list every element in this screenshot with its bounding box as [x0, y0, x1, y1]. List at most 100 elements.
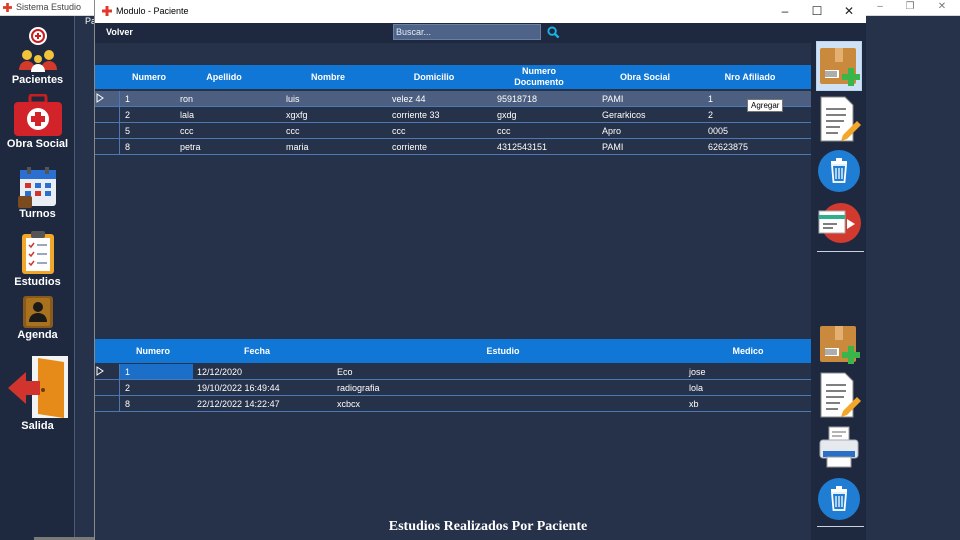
sidebar: Pacientes Obra Social Turnos Estudios Ag… [0, 16, 75, 540]
column-header[interactable]: Estudio [335, 346, 671, 356]
row-selector[interactable] [95, 364, 120, 380]
cell: xgxfg [286, 110, 308, 120]
printer-icon [819, 426, 859, 468]
cell: xb [689, 399, 699, 409]
sidebar-item-label: Obra Social [6, 138, 69, 150]
column-header[interactable]: Nro Afiliado [705, 72, 795, 82]
sidebar-item-agenda[interactable]: Agenda [0, 295, 75, 341]
document-pencil-icon [820, 96, 861, 142]
edit-study-button[interactable] [817, 371, 861, 419]
row-pointer-icon [96, 93, 104, 103]
cell: jose [689, 367, 706, 377]
main-window-title: Sistema Estudio [16, 2, 82, 12]
close-icon[interactable]: ✕ [934, 1, 950, 12]
studies-grid: Numero Fecha Estudio Medico 1 12/12/2020… [95, 339, 811, 413]
export-patient-button[interactable] [817, 199, 861, 247]
box-plus-icon [820, 326, 860, 364]
cell: 19/10/2022 16:49:44 [197, 383, 280, 393]
cell: radiografia [337, 383, 380, 393]
row-selector[interactable] [95, 396, 120, 412]
column-header[interactable]: Domicilio [389, 72, 479, 82]
cell: petra [180, 142, 201, 152]
patients-grid: Numero Apellido Nombre Domicilio Numero … [95, 65, 811, 155]
sidebar-item-label: Pacientes [11, 74, 64, 86]
exit-door-icon [7, 356, 68, 418]
edit-patient-button[interactable] [817, 95, 861, 143]
cell: PAMI [602, 142, 624, 152]
table-row[interactable]: 8 petra maria corriente 4312543151 PAMI … [95, 139, 811, 155]
dialog-titlebar: Modulo - Paciente – ☐ ✕ [95, 0, 866, 23]
dialog-content: Numero Apellido Nombre Domicilio Numero … [95, 43, 811, 540]
table-row[interactable]: 8 22/12/2022 14:22:47 xcbcx xb [95, 396, 811, 412]
row-selector[interactable] [95, 139, 120, 155]
agenda-icon [22, 296, 53, 328]
selected-cell-highlight [120, 364, 193, 379]
search-icon[interactable] [547, 26, 560, 39]
minimize-icon[interactable]: – [769, 0, 801, 23]
cell: ccc [497, 126, 511, 136]
column-header[interactable]: Apellido [179, 72, 269, 82]
table-row[interactable]: 5 ccc ccc ccc ccc Apro 0005 [95, 123, 811, 139]
row-selector[interactable] [95, 380, 120, 396]
minimize-icon[interactable]: – [872, 1, 888, 12]
sidebar-item-label: Estudios [14, 276, 61, 288]
cell: maria [286, 142, 309, 152]
patient-module-dialog: Modulo - Paciente – ☐ ✕ Volver Numero Ap… [94, 0, 866, 540]
toolbar-separator [817, 251, 864, 252]
column-header[interactable]: Nombre [283, 72, 373, 82]
cell: Apro [602, 126, 622, 136]
row-selector[interactable] [95, 123, 120, 139]
cell: luis [286, 94, 300, 104]
add-tooltip: Agregar [747, 99, 784, 112]
medical-cross-icon [3, 3, 12, 12]
main-top-label: Pa [85, 16, 97, 26]
cell: 1 [708, 94, 714, 104]
print-study-button[interactable] [817, 423, 861, 471]
column-header[interactable]: Fecha [195, 346, 319, 356]
patients-icon [18, 27, 57, 72]
column-header[interactable]: Obra Social [600, 72, 690, 82]
cell: velez 44 [392, 94, 426, 104]
cell: 1 [125, 94, 131, 104]
row-pointer-icon [96, 366, 104, 376]
sidebar-item-turnos[interactable]: Turnos [0, 166, 75, 220]
cell: 62623875 [708, 142, 749, 152]
cell: gxdg [497, 110, 517, 120]
sidebar-item-label: Salida [21, 420, 54, 432]
cell: 8 [125, 399, 131, 409]
table-row[interactable]: 1 ron luis velez 44 95918718 PAMI 1 [95, 91, 811, 107]
delete-patient-button[interactable] [817, 147, 861, 195]
cell: 4312543151 [497, 142, 548, 152]
cell: ccc [180, 126, 194, 136]
column-header[interactable]: Numero Documento [499, 66, 579, 88]
clipboard-icon [21, 231, 54, 274]
studies-grid-header: Numero Fecha Estudio Medico [95, 339, 811, 363]
cell: ron [180, 94, 194, 104]
cell: 8 [125, 142, 131, 152]
cell: Eco [337, 367, 353, 377]
sidebar-item-estudios[interactable]: Estudios [0, 230, 75, 288]
action-toolbar [811, 23, 866, 540]
table-row[interactable]: 1 12/12/2020 Eco jose [95, 364, 811, 380]
close-icon[interactable]: ✕ [833, 0, 865, 23]
column-header[interactable]: Medico [685, 346, 811, 356]
medical-cross-icon [102, 6, 112, 16]
row-selector[interactable] [95, 107, 120, 123]
back-button[interactable]: Volver [106, 27, 133, 37]
add-patient-button[interactable] [816, 41, 862, 91]
row-selector[interactable] [95, 91, 120, 107]
cell: 2 [125, 110, 131, 120]
sidebar-item-salida[interactable]: Salida [0, 354, 75, 432]
column-header[interactable]: Numero [123, 72, 175, 82]
sidebar-item-label: Turnos [19, 208, 56, 220]
delete-study-button[interactable] [817, 475, 861, 523]
sidebar-item-pacientes[interactable]: Pacientes [0, 26, 75, 86]
restore-icon[interactable]: ❐ [902, 1, 918, 12]
table-row[interactable]: 2 19/10/2022 16:49:44 radiografia lola [95, 380, 811, 396]
add-study-button[interactable] [817, 324, 861, 372]
table-row[interactable]: 2 lala xgxfg corriente 33 gxdg Gerarkico… [95, 107, 811, 123]
search-input[interactable] [393, 24, 541, 40]
maximize-icon[interactable]: ☐ [801, 0, 833, 23]
column-header[interactable]: Numero [123, 346, 183, 356]
sidebar-item-obra-social[interactable]: Obra Social [0, 94, 75, 150]
